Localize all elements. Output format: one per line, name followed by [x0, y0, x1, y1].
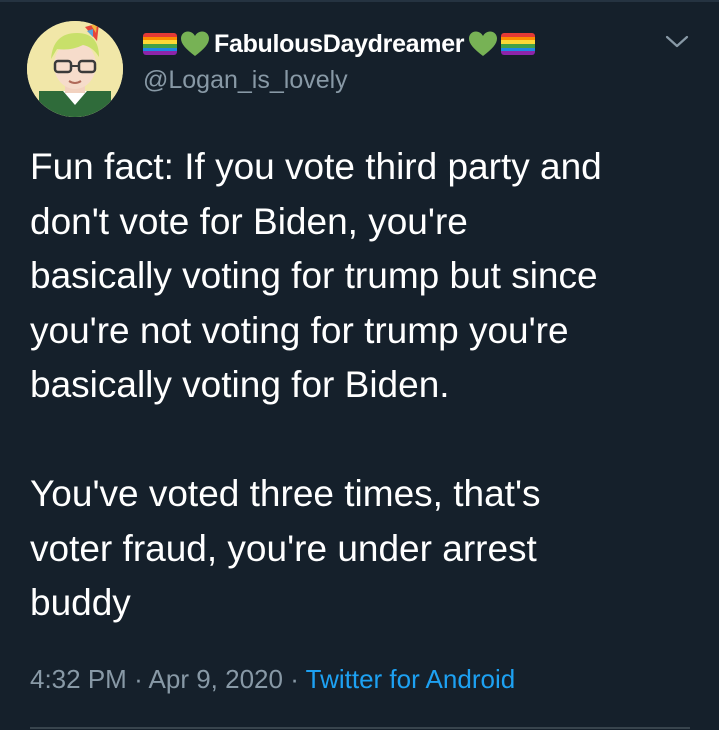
- tweet-time[interactable]: 4:32 PM: [30, 664, 127, 694]
- tweet-text-line: you're not voting for trump you're: [30, 309, 569, 351]
- rainbow-flag-icon: [143, 33, 177, 55]
- tweet-source-link[interactable]: Twitter for Android: [306, 664, 516, 694]
- bottom-divider: [30, 727, 690, 729]
- tweet-text-line: don't vote for Biden, you're: [30, 200, 468, 242]
- avatar[interactable]: [27, 21, 123, 117]
- author-handle[interactable]: @Logan_is_lovely: [143, 66, 348, 95]
- tweet-text-line: basically voting for Biden.: [30, 364, 450, 405]
- tweet-text-line: basically voting for trump but since: [30, 255, 598, 296]
- tweet-metadata: 4:32 PM · Apr 9, 2020 · Twitter for Andr…: [30, 664, 515, 695]
- green-heart-icon: [469, 31, 498, 56]
- tweet-text: Fun fact: If you vote third party and do…: [30, 140, 705, 631]
- rainbow-flag-icon: [501, 33, 536, 55]
- tweet-date[interactable]: Apr 9, 2020: [149, 664, 283, 694]
- author-name-row[interactable]: FabulousDaydreamer: [143, 27, 536, 61]
- tweet-text-line: You've voted three times, that's: [30, 473, 541, 514]
- tweet-text-line: Fun fact: If you vote third party and: [30, 146, 602, 187]
- meta-separator: ·: [290, 664, 299, 694]
- avatar-image: [27, 21, 123, 117]
- green-heart-icon: [181, 31, 209, 56]
- chevron-down-icon[interactable]: [664, 34, 690, 50]
- author-display-name[interactable]: FabulousDaydreamer: [214, 30, 465, 59]
- tweet-detail: FabulousDaydreamer @Logan_is_lovely Fun …: [0, 0, 719, 730]
- tweet-text-line: buddy: [30, 582, 131, 623]
- meta-separator: ·: [134, 664, 143, 694]
- tweet-text-line: voter fraud, you're under arrest: [30, 527, 537, 569]
